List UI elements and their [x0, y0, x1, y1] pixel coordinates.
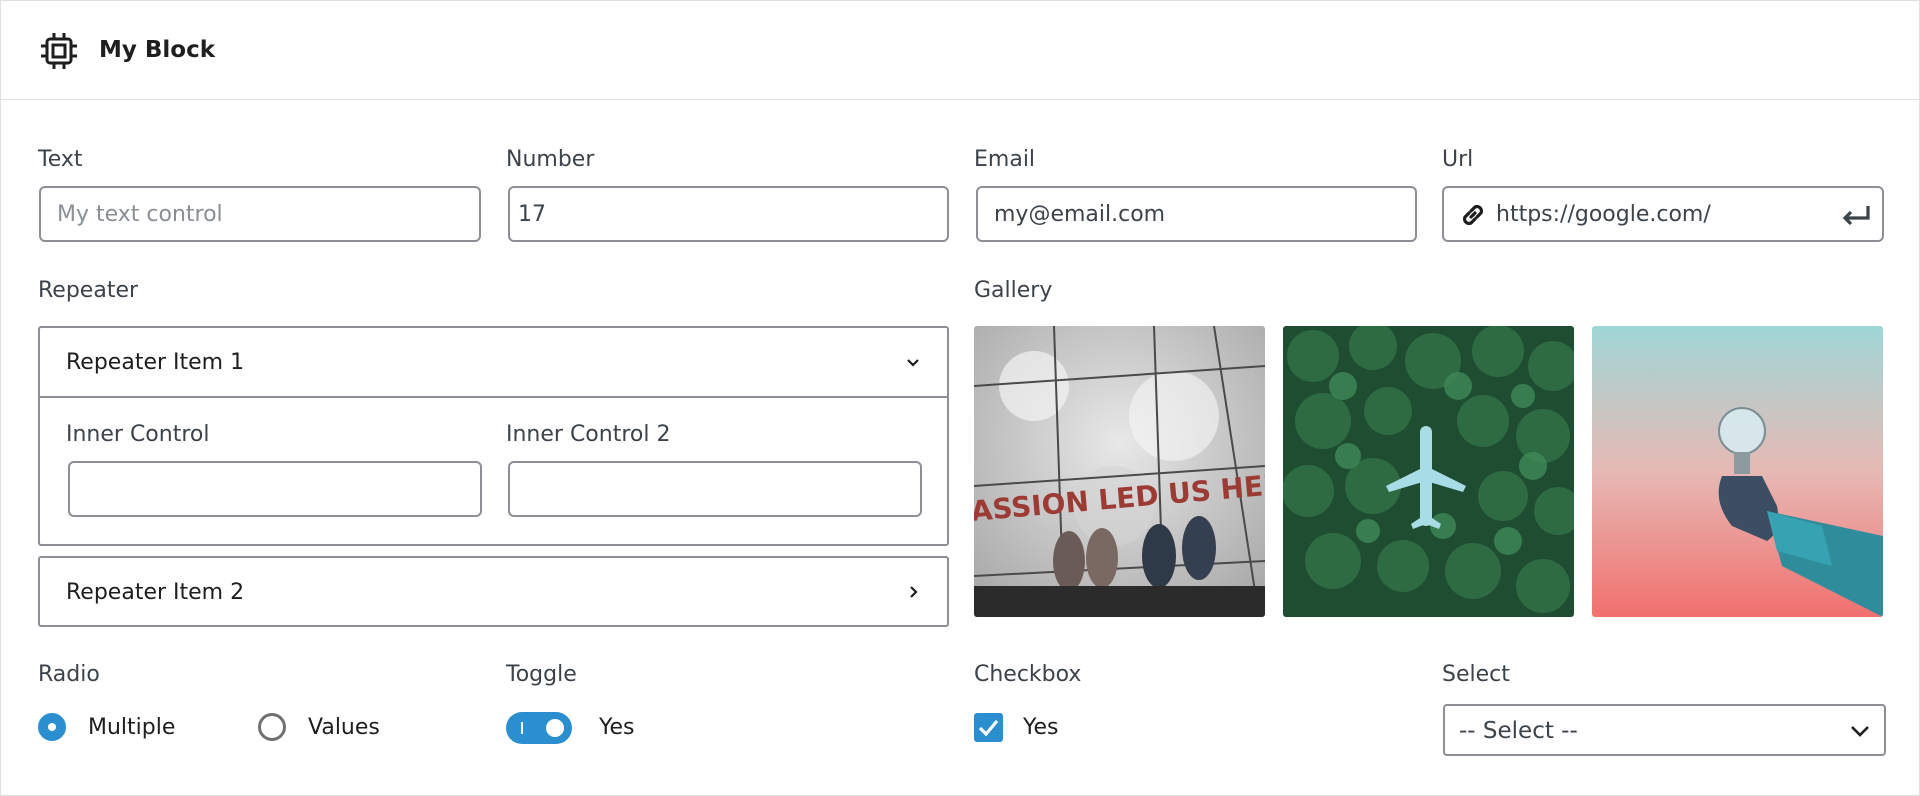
select-label: Select [1442, 662, 1510, 687]
chevron-right-icon [910, 586, 918, 598]
checkbox[interactable] [974, 713, 1003, 742]
number-input[interactable] [508, 186, 949, 242]
checkbox-label: Checkbox [974, 662, 1082, 687]
block-header: My Block [1, 1, 1919, 100]
text-field-label: Text [38, 147, 83, 172]
email-field-label: Email [974, 147, 1036, 172]
radio-option-multiple-label[interactable]: Multiple [88, 715, 175, 740]
number-field-label: Number [506, 147, 595, 172]
toggle-text: Yes [599, 715, 635, 740]
radio-label: Radio [38, 662, 100, 687]
inner-control-label: Inner Control [66, 422, 210, 447]
text-input[interactable] [39, 186, 481, 242]
toggle-switch[interactable] [506, 712, 572, 744]
toggle-on-indicator [521, 722, 523, 734]
repeater-item-header[interactable]: Repeater Item 2 [40, 558, 947, 626]
repeater-item-header[interactable]: Repeater Item 1 [40, 328, 947, 396]
repeater-item: Repeater Item 2 [38, 556, 949, 627]
repeater-item-title: Repeater Item 1 [66, 350, 245, 375]
url-input[interactable] [1496, 194, 1816, 234]
inner-control-2-label: Inner Control 2 [506, 422, 671, 447]
radio-option-values[interactable] [258, 713, 286, 741]
inner-control-input[interactable] [68, 461, 482, 517]
email-input[interactable] [976, 186, 1417, 242]
gallery-label: Gallery [974, 278, 1053, 303]
repeater-item-title: Repeater Item 2 [66, 580, 245, 605]
repeater-label: Repeater [38, 278, 139, 303]
sidewalk-shoes-image[interactable]: ASSION LED US HER [974, 326, 1265, 617]
block-container: My Block Text Number Email Url Repeater … [0, 0, 1920, 796]
url-field [1442, 186, 1884, 242]
radio-option-values-label[interactable]: Values [308, 715, 380, 740]
toggle-knob [546, 719, 564, 737]
lightbulb-hand-image[interactable] [1592, 326, 1883, 617]
radio-option-multiple[interactable] [38, 713, 66, 741]
forest-airplane-image[interactable] [1283, 326, 1574, 617]
checkbox-text: Yes [1023, 715, 1059, 740]
repeater-item-body: Inner Control Inner Control 2 [40, 396, 947, 544]
checkmark-icon [978, 719, 999, 737]
select-value: -- Select -- [1459, 718, 1578, 744]
repeater-item: Repeater Item 1 Inner Control Inner Cont… [38, 326, 949, 546]
enter-icon[interactable] [1838, 200, 1872, 230]
toggle-label: Toggle [506, 662, 577, 687]
link-icon [1462, 204, 1484, 226]
select-dropdown[interactable]: -- Select -- [1443, 704, 1886, 756]
chip-icon [41, 33, 77, 69]
chevron-down-icon [907, 359, 919, 367]
inner-control-2-input[interactable] [508, 461, 922, 517]
block-title: My Block [99, 37, 216, 63]
url-field-label: Url [1442, 147, 1474, 172]
chevron-down-icon [1851, 726, 1869, 737]
